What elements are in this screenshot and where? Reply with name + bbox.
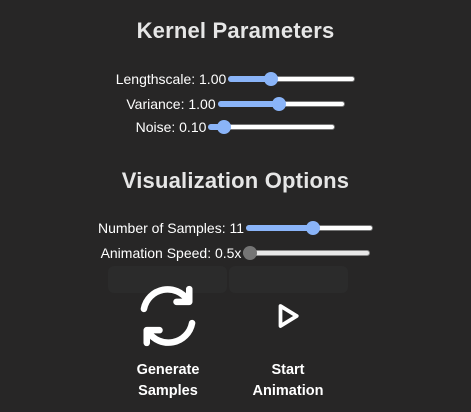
samples-label: Number of Samples: 11 [97, 220, 245, 236]
noise-slider[interactable] [208, 119, 336, 135]
refresh-icon [108, 280, 228, 352]
lengthscale-label: Lengthscale: 1.00 [115, 71, 227, 87]
play-icon [228, 280, 348, 352]
generate-samples-button[interactable]: Generate Samples [108, 280, 228, 402]
variance-row: Variance: 1.00 [0, 93, 471, 115]
slider-thumb[interactable] [271, 97, 286, 111]
animation-speed-slider[interactable] [243, 245, 371, 261]
slider-thumb[interactable] [264, 72, 279, 86]
lengthscale-row: Lengthscale: 1.00 [0, 68, 471, 90]
slider-fill [246, 225, 313, 231]
samples-row: Number of Samples: 11 [0, 217, 471, 239]
samples-slider[interactable] [246, 220, 374, 236]
gp-controls-panel: Kernel Parameters Lengthscale: 1.00 Vari… [0, 0, 471, 412]
animation-speed-label: Animation Speed: 0.5x [100, 245, 242, 261]
kernel-parameters-title: Kernel Parameters [136, 18, 335, 43]
slider-fill [217, 101, 279, 107]
slider-thumb[interactable] [217, 120, 232, 134]
lengthscale-slider[interactable] [228, 71, 356, 87]
visualization-options-title: Visualization Options [121, 168, 350, 193]
variance-slider[interactable] [217, 96, 345, 112]
noise-row: Noise: 0.10 [0, 116, 471, 138]
noise-label: Noise: 0.10 [135, 119, 207, 135]
generate-samples-label: Generate Samples [136, 362, 200, 399]
slider-thumb[interactable] [243, 246, 258, 260]
slider-track [243, 250, 371, 256]
slider-thumb[interactable] [305, 221, 320, 235]
animation-speed-row: Animation Speed: 0.5x [0, 242, 471, 264]
start-animation-label: Start Animation [252, 362, 324, 399]
start-animation-button[interactable]: Start Animation [228, 280, 348, 402]
variance-label: Variance: 1.00 [126, 96, 216, 112]
